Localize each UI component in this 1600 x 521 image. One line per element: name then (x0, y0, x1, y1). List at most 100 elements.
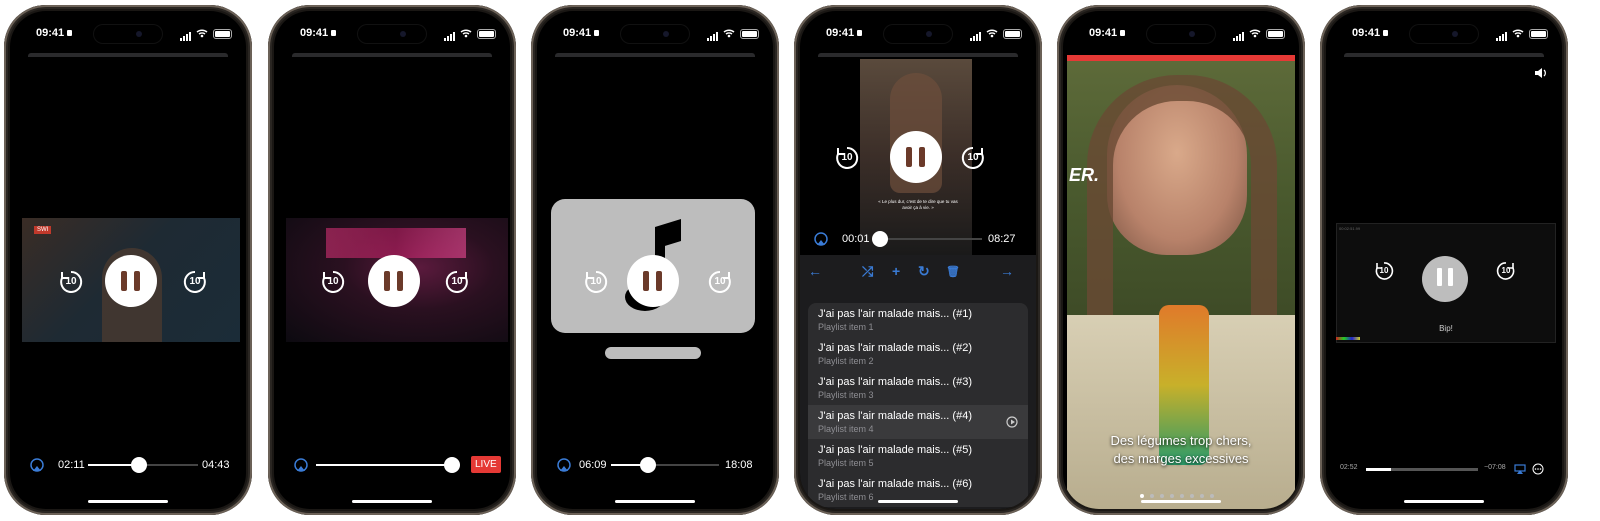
time-remaining: −07:08 (1484, 464, 1506, 471)
progress-slider[interactable] (88, 457, 198, 473)
playlist-panel: ← ⤮ + ↻ 🗑 → J'ai pas l'air malade mais..… (800, 255, 1036, 509)
battery-icon (740, 29, 759, 39)
airplay-icon[interactable] (814, 232, 828, 246)
pause-icon (121, 271, 127, 291)
progress-slider[interactable] (872, 231, 982, 247)
slider-knob[interactable] (130, 457, 147, 473)
play-pause-button[interactable] (1422, 256, 1468, 302)
signal-icon (180, 29, 192, 41)
battery-icon (1003, 29, 1022, 39)
playlist-item[interactable]: J'ai pas l'air malade mais... (#2) Playli… (808, 337, 1028, 371)
progress-slider[interactable] (611, 457, 719, 473)
slider-knob[interactable] (639, 457, 656, 473)
phone-6: 09:41 00:02:51.99 Bip! 10 10 02:52 −07:0… (1320, 5, 1568, 515)
player-screen: 09:41 10 10 06:09 18:08 (537, 11, 773, 509)
pause-icon (1437, 268, 1442, 286)
status-time: 09:41 (563, 27, 592, 39)
play-pause-button[interactable] (627, 255, 679, 307)
battery-icon (213, 29, 232, 39)
airplay-icon[interactable] (557, 458, 571, 472)
skip-forward-button[interactable]: 10 (960, 145, 986, 171)
play-pause-button[interactable] (105, 255, 157, 307)
sheet-grabber (292, 53, 492, 57)
shuffle-icon[interactable]: ⤮ (862, 263, 873, 280)
time-total: 18:08 (725, 459, 753, 471)
skip-forward-button[interactable]: 10 (1496, 261, 1516, 281)
studio-lights (326, 228, 466, 258)
skip-back-button[interactable]: 10 (1374, 261, 1394, 281)
home-indicator (615, 500, 695, 503)
playlist-item[interactable]: J'ai pas l'air malade mais... (#5) Playli… (808, 439, 1028, 473)
volume-icon[interactable] (1534, 67, 1548, 79)
wifi-icon (723, 29, 735, 38)
pause-icon (643, 271, 649, 291)
home-indicator (352, 500, 432, 503)
forward-arrow-icon[interactable]: → (1000, 263, 1014, 279)
story-video[interactable]: ER. Des légumes trop chers, des marges e… (1067, 55, 1295, 509)
skip-back-button[interactable]: 10 (834, 145, 860, 171)
skip-forward-button[interactable]: 10 (707, 269, 733, 295)
caption-line-1: Des légumes trop chers, (1110, 433, 1252, 448)
signal-icon (1496, 29, 1508, 41)
airplay-icon[interactable] (1514, 464, 1526, 474)
wifi-icon (1512, 29, 1524, 38)
sheet-grabber (818, 53, 1018, 57)
play-pause-button[interactable] (890, 131, 942, 183)
playlist-item[interactable]: J'ai pas l'air malade mais... (#3) Playli… (808, 371, 1028, 405)
skip-forward-button[interactable]: 10 (182, 269, 208, 295)
play-pause-button[interactable] (368, 255, 420, 307)
playlist-toolbar: ← ⤮ + ↻ 🗑 → (800, 263, 1036, 283)
player-screen: 09:41 10 10 LIVE (274, 11, 510, 509)
reload-icon[interactable]: ↻ (918, 263, 930, 280)
status-time: 09:41 (1352, 27, 1381, 39)
progress-strip (1067, 55, 1295, 61)
add-icon[interactable]: + (892, 263, 900, 279)
wifi-icon (986, 29, 998, 38)
dynamic-island (1147, 25, 1215, 43)
dynamic-island (621, 25, 689, 43)
signal-icon (707, 29, 719, 41)
phone-2: 09:41 10 10 LIVE (268, 5, 516, 515)
playlist-item[interactable]: J'ai pas l'air malade mais... (#1) Playli… (808, 303, 1028, 337)
time-elapsed: 00:01 (842, 233, 870, 245)
airplay-icon[interactable] (294, 458, 308, 472)
battery-icon (1529, 29, 1548, 39)
time-total: 04:43 (202, 459, 230, 471)
live-badge[interactable]: LIVE (471, 456, 501, 473)
caption-line-2: des marges excessives (1113, 451, 1249, 466)
dynamic-island (1410, 25, 1478, 43)
progress-slider[interactable] (1366, 468, 1478, 471)
lock-icon (331, 30, 337, 36)
signal-icon (444, 29, 456, 41)
video-subtitle: « Le plus dur, c'est de te dire que tu v… (878, 199, 958, 210)
more-icon[interactable] (1532, 463, 1544, 475)
sheet-grabber (555, 53, 755, 57)
dynamic-island (94, 25, 162, 43)
skip-forward-button[interactable]: 10 (444, 269, 470, 295)
status-time: 09:41 (826, 27, 855, 39)
player-screen: 09:41 « Le plus dur, c'est de te dire qu… (800, 11, 1036, 509)
trash-icon[interactable]: 🗑 (946, 265, 960, 278)
skip-back-button[interactable]: 10 (320, 269, 346, 295)
color-bars (1336, 337, 1360, 340)
lock-icon (857, 30, 863, 36)
slider-knob[interactable] (444, 457, 460, 473)
title-placeholder (605, 347, 701, 359)
airplay-icon[interactable] (30, 458, 44, 472)
slider-knob[interactable] (872, 231, 888, 247)
status-time: 09:41 (36, 27, 65, 39)
playlist-item-current[interactable]: J'ai pas l'air malade mais... (#4) Playli… (808, 405, 1028, 439)
lock-icon (67, 30, 73, 36)
battery-icon (477, 29, 496, 39)
time-elapsed: 02:52 (1340, 464, 1358, 471)
wifi-icon (460, 29, 472, 38)
home-indicator (1404, 500, 1484, 503)
home-indicator (88, 500, 168, 503)
skip-back-button[interactable]: 10 (58, 269, 84, 295)
lock-icon (594, 30, 600, 36)
back-arrow-icon[interactable]: ← (808, 263, 822, 279)
skip-back-button[interactable]: 10 (583, 269, 609, 295)
time-elapsed: 06:09 (579, 459, 607, 471)
progress-slider[interactable] (316, 457, 460, 473)
time-elapsed: 02:11 (58, 459, 85, 471)
